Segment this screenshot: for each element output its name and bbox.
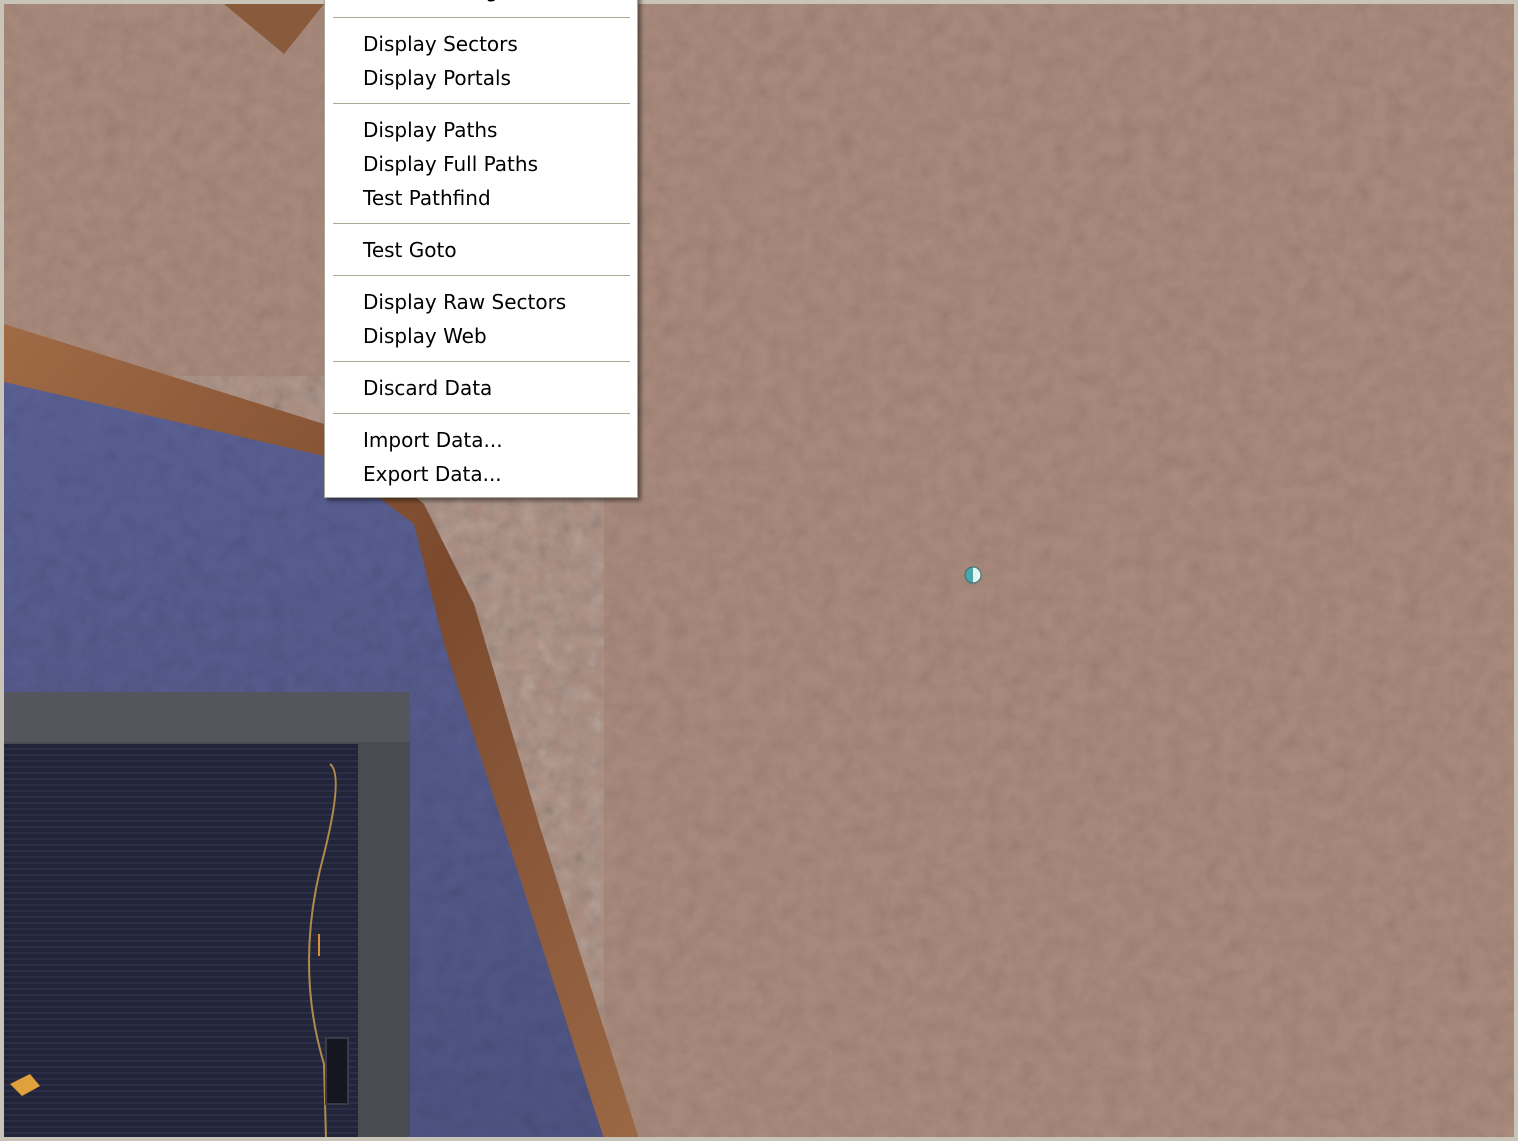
menu-item-label: Display Full Paths [363,152,538,176]
menu-item-label: Test Goto [363,238,457,262]
menu-separator [333,17,630,19]
menu-item-label: Display Raw Sectors [363,290,567,314]
menu-item-import-data[interactable]: Import Data... [325,423,637,457]
menu-item-discard-data[interactable]: Discard Data [325,371,637,405]
menu-item-generate-flight-data[interactable]: Generate Flight Data... [325,0,637,9]
menu-item-label: Display Paths [363,118,498,142]
context-menu: Generate Flight Data... Display Sectors Di… [324,0,638,498]
menu-item-display-paths[interactable]: Display Paths [325,113,637,147]
menu-item-label: Display Web [363,324,487,348]
menu-item-test-goto[interactable]: Test Goto [325,233,637,267]
menu-item-label: Import Data... [363,428,503,452]
menu-separator [333,275,630,277]
building-interior [4,744,358,1139]
menu-item-label: Export Data... [363,462,502,486]
menu-item-label: Display Sectors [363,32,518,56]
menu-item-display-raw-sectors[interactable]: Display Raw Sectors [325,285,637,319]
3d-viewport[interactable] [4,4,1514,1139]
menu-item-label: Discard Data [363,376,493,400]
pathfind-target-marker-icon [962,564,984,590]
menu-item-display-portals[interactable]: Display Portals [325,61,637,95]
menu-item-label: Display Portals [363,66,511,90]
menu-separator [333,223,630,225]
menu-separator [333,413,630,415]
menu-separator [333,103,630,105]
level-scene [4,4,1514,1139]
menu-separator [333,361,630,363]
menu-item-display-web[interactable]: Display Web [325,319,637,353]
menu-item-label: Test Pathfind [363,186,491,210]
menu-item-label: Generate Flight Data... [363,0,592,2]
menu-item-display-full-paths[interactable]: Display Full Paths [325,147,637,181]
menu-item-export-data[interactable]: Export Data... [325,457,637,491]
menu-item-display-sectors[interactable]: Display Sectors [325,27,637,61]
menu-item-test-pathfind[interactable]: Test Pathfind [325,181,637,215]
